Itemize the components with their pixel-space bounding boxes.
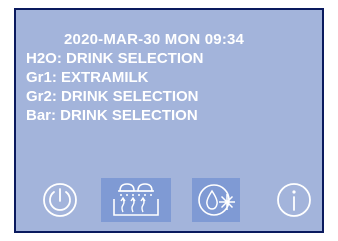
status-line-gr2: Gr2: DRINK SELECTION	[26, 88, 199, 105]
info-button[interactable]	[272, 180, 316, 220]
water-cleaning-icon	[198, 184, 235, 216]
status-line-gr1: Gr1: EXTRAMILK	[26, 69, 149, 86]
date-time-display: 2020-MAR-30 MON 09:34	[64, 31, 245, 48]
power-button[interactable]	[38, 180, 82, 220]
water-cleaning-button[interactable]	[192, 178, 240, 222]
grinder-heating-button[interactable]	[101, 178, 171, 222]
status-line-bar: Bar: DRINK SELECTION	[26, 107, 198, 124]
status-line-h2o: H2O: DRINK SELECTION	[26, 50, 204, 67]
grinder-heating-icon	[113, 183, 159, 216]
display-screen: 2020-MAR-30 MON 09:34 H2O: DRINK SELECTI…	[14, 8, 324, 233]
info-icon	[277, 183, 311, 217]
power-icon	[43, 183, 77, 217]
